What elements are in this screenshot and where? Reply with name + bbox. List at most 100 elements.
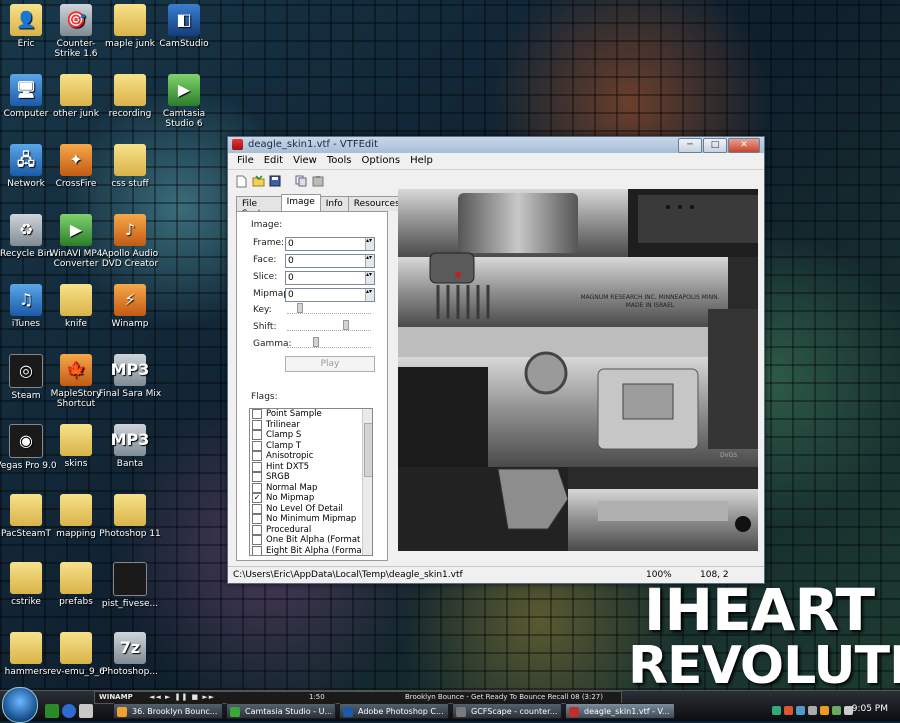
face-spinner[interactable]: 0 <box>285 254 375 268</box>
tray-icon-6[interactable] <box>832 706 841 715</box>
desktop-icon-image <box>114 494 146 526</box>
tray-icon-5[interactable] <box>820 706 829 715</box>
texture-viewport[interactable]: MAGNUM RESEARCH INC. MINNEAPOLIS MINN. M… <box>398 189 758 551</box>
desktop-icon-label: Photoshop 11 <box>99 529 161 539</box>
flag-checkbox[interactable] <box>252 482 262 493</box>
desktop-icon[interactable]: MP3 Final Sara Mix <box>98 354 162 399</box>
desktop-icon[interactable]: Photoshop 11 <box>98 494 162 539</box>
desktop-icon[interactable]: pist_fivese... <box>98 562 162 609</box>
open-icon[interactable] <box>251 174 265 188</box>
desktop-icon-image <box>60 632 92 664</box>
taskbar-button[interactable]: Camtasia Studio - U... <box>226 703 336 719</box>
flag-item[interactable]: Normal Map <box>250 483 372 494</box>
flag-checkbox[interactable] <box>252 451 262 462</box>
taskbar-button[interactable]: GCFScape - counter... <box>452 703 562 719</box>
paste-icon[interactable] <box>311 174 325 188</box>
key-slider[interactable] <box>287 303 371 314</box>
flag-item[interactable]: Eight Bit Alpha (Format Spe <box>250 545 372 555</box>
flag-label: No Mipmap <box>266 493 315 503</box>
desktop-icon-image: MP3 <box>111 424 149 456</box>
switch-windows-icon[interactable] <box>79 704 93 718</box>
tab-file-system[interactable]: File System <box>236 196 282 219</box>
tray-icon-4[interactable] <box>808 706 817 715</box>
menu-view[interactable]: View <box>288 153 322 169</box>
desktop-icon[interactable]: css stuff <box>98 144 162 189</box>
flag-item[interactable]: Anisotropic <box>250 451 372 462</box>
start-button[interactable] <box>2 687 38 723</box>
desktop-icon-label: Camtasia Studio 6 <box>162 109 206 129</box>
slice-spinner[interactable]: 0 <box>285 271 375 285</box>
flags-list: Point Sample Trilinear Clamp S Clamp T Aniso… <box>249 408 373 556</box>
tab-info[interactable]: Info <box>319 196 349 211</box>
desktop-icon-label: pist_fivese... <box>101 599 159 609</box>
flag-checkbox[interactable] <box>252 514 262 525</box>
frame-spinner[interactable]: 0 <box>285 237 375 251</box>
menu-options[interactable]: Options <box>356 153 405 169</box>
tray-icon-2[interactable] <box>784 706 793 715</box>
flag-checkbox[interactable] <box>252 419 262 430</box>
flag-checkbox[interactable] <box>252 440 262 451</box>
status-bar: C:\Users\Eric\AppData\Local\Temp\deagle_… <box>228 566 764 583</box>
winamp-controls[interactable]: ◄◄ ► ❚❚ ■ ►► <box>149 692 215 703</box>
flag-checkbox[interactable] <box>252 524 262 535</box>
maximize-button[interactable]: □ <box>703 138 727 153</box>
taskbar-button[interactable]: Adobe Photoshop C... <box>339 703 449 719</box>
flag-item[interactable]: No Level Of Detail <box>250 504 372 515</box>
desktop-icon[interactable]: 7z Photoshop... <box>98 632 162 677</box>
close-button[interactable]: ✕ <box>728 138 760 153</box>
tab-image[interactable]: Image <box>280 194 321 211</box>
flag-checkbox[interactable] <box>252 472 262 483</box>
flag-item[interactable]: One Bit Alpha (Format Spec <box>250 535 372 546</box>
tray-icon-3[interactable] <box>796 706 805 715</box>
menu-tools[interactable]: Tools <box>322 153 357 169</box>
menu-edit[interactable]: Edit <box>259 153 288 169</box>
desktop-icon[interactable]: ▶ Camtasia Studio 6 <box>152 74 216 129</box>
flag-checkbox[interactable] <box>252 503 262 514</box>
flags-scrollbar[interactable] <box>362 409 372 555</box>
flag-label: One Bit Alpha (Format Spec <box>266 535 373 545</box>
flag-checkbox[interactable] <box>252 461 262 472</box>
flag-checkbox[interactable]: ✓ <box>252 493 262 504</box>
desktop-icon-image: ◧ <box>168 4 200 36</box>
taskbar-button[interactable]: 36. Brooklyn Bounc... <box>113 703 223 719</box>
flag-checkbox[interactable] <box>252 409 262 420</box>
flag-item[interactable]: Clamp S <box>250 430 372 441</box>
show-desktop-icon[interactable] <box>45 704 59 718</box>
tray-icon-1[interactable] <box>772 706 781 715</box>
desktop-icon[interactable]: ⚡ Winamp <box>98 284 162 329</box>
copy-icon[interactable] <box>294 174 308 188</box>
flag-item[interactable]: Clamp T <box>250 441 372 452</box>
title-bar[interactable]: deagle_skin1.vtf - VTFEdit ─ □ ✕ <box>228 137 764 153</box>
flag-checkbox[interactable] <box>252 545 262 555</box>
play-button[interactable]: Play <box>285 356 375 372</box>
flag-item[interactable]: Procedural <box>250 525 372 536</box>
desktop-icon[interactable]: ◧ CamStudio <box>152 4 216 49</box>
flag-label: Trilinear <box>266 419 300 430</box>
menu-help[interactable]: Help <box>405 153 438 169</box>
taskbar-button[interactable]: deagle_skin1.vtf - V... <box>565 703 675 719</box>
flag-item[interactable]: Point Sample <box>250 409 372 420</box>
menu-file[interactable]: File <box>232 153 259 169</box>
save-icon[interactable] <box>268 174 282 188</box>
flag-checkbox[interactable] <box>252 535 262 546</box>
desktop-icon[interactable]: MP3 Banta <box>98 424 162 469</box>
flag-label: No Level Of Detail <box>266 503 343 514</box>
flag-item[interactable]: SRGB <box>250 472 372 483</box>
flag-item[interactable]: Trilinear <box>250 420 372 431</box>
new-icon[interactable] <box>234 174 248 188</box>
desktop-icon-image <box>114 4 146 36</box>
texture-engraving-1: MAGNUM RESEARCH INC. MINNEAPOLIS MINN. <box>580 294 719 301</box>
clock[interactable]: 9:05 PM <box>852 704 888 714</box>
flag-item[interactable]: ✓ No Mipmap <box>250 493 372 504</box>
gamma-slider[interactable] <box>287 337 371 348</box>
flag-checkbox[interactable] <box>252 430 262 441</box>
flag-item[interactable]: Hint DXT5 <box>250 462 372 473</box>
ie-icon[interactable] <box>62 704 76 718</box>
minimize-button[interactable]: ─ <box>678 138 702 153</box>
wallpaper-line-2: REVOLUTION <box>628 636 900 690</box>
shift-slider[interactable] <box>287 320 371 331</box>
desktop-icon[interactable]: ♪ Apollo Audio DVD Creator <box>98 214 162 269</box>
flag-item[interactable]: No Minimum Mipmap <box>250 514 372 525</box>
flag-label: Procedural <box>266 524 312 535</box>
mipmap-spinner[interactable]: 0 <box>285 288 375 302</box>
